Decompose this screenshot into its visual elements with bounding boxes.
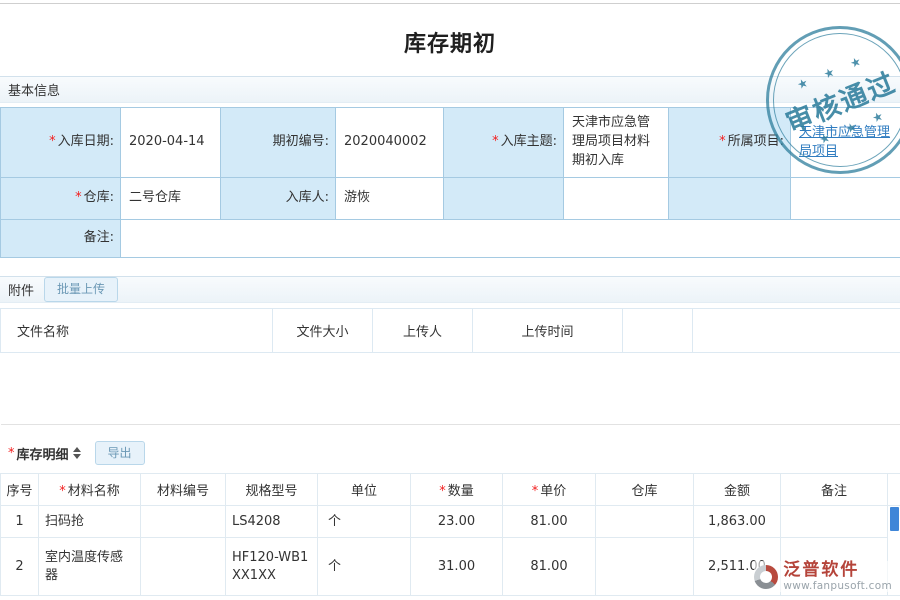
col-note: 备注 [781,474,888,506]
basic-info-section-label: 基本信息 [8,80,60,99]
cell-note [781,506,888,538]
export-button[interactable]: 导出 [95,441,145,465]
details-section-header: * 库存明细 导出 [0,425,900,473]
attach-col-extra-1 [623,309,693,353]
fanpu-logo-icon [754,565,778,589]
initial-no-value: 2020040002 [336,108,444,178]
col-warehouse: 仓库 [596,474,694,506]
remark-label: 备注: [1,220,121,258]
cell-material-code [141,506,226,538]
required-mark: * [75,190,82,205]
vendor-brand-name: 泛普软件 [783,561,859,580]
cell-unit: 个 [318,506,411,538]
inventory-initial-page: 库存期初 ★ ★ ★ 审核通过 ★ ★ ★ 基本信息 *入库日期: 2020-0… [0,0,900,600]
col-spec-model: 规格型号 [226,474,318,506]
table-row: 1 扫码抢 LS4208 个 23.00 81.00 1,863.00 [1,506,900,538]
cell-material-name: 扫码抢 [39,506,141,538]
required-mark: * [719,134,726,149]
empty-label-cell [669,178,791,220]
attach-col-filename: 文件名称 [1,309,273,353]
basic-info-form: *入库日期: 2020-04-14 期初编号: 2020040002 *入库主题… [0,107,900,258]
details-section-label: 库存明细 [17,444,69,463]
cell-spec-model: HF120-WB1XX1XX [226,538,318,596]
cell-material-code [141,538,226,596]
attach-col-extra-2 [693,309,900,353]
cell-warehouse [596,538,694,596]
col-unit: 单位 [318,474,411,506]
cell-amount: 1,863.00 [694,506,781,538]
project-label: *所属项目: [669,108,791,178]
page-title: 库存期初 [0,4,900,76]
col-quantity: *数量 [411,474,503,506]
initial-no-label: 期初编号: [221,108,336,178]
in-subject-value: 天津市应急管理局项目材料期初入库 [564,108,669,178]
cell-quantity: 23.00 [411,506,503,538]
warehouse-label: *仓库: [1,178,121,220]
attachments-table: 文件名称 文件大小 上传人 上传时间 [0,308,900,425]
required-mark: * [59,484,66,499]
attach-col-filesize: 文件大小 [273,309,373,353]
attachments-section-header: 附件 批量上传 [0,276,900,303]
batch-upload-button[interactable]: 批量上传 [44,277,118,301]
required-mark: * [492,134,499,149]
scrollbar-header-cell [888,474,900,506]
cell-seq: 2 [1,538,39,596]
vendor-watermark: 泛普软件 www.fanpusoft.com [754,561,892,592]
remark-value [121,220,900,258]
project-link[interactable]: 天津市应急管理局项目 [799,125,890,159]
form-row-3: 备注: [1,220,900,258]
in-person-label: 入库人: [221,178,336,220]
vendor-url: www.fanpusoft.com [783,580,892,592]
cell-unit-price: 81.00 [503,506,596,538]
col-amount: 金额 [694,474,781,506]
empty-value-cell [564,178,669,220]
cell-spec-model: LS4208 [226,506,318,538]
attach-col-uploader: 上传人 [373,309,473,353]
form-row-2: *仓库: 二号仓库 入库人: 游恢 [1,178,900,220]
attachments-header-row: 文件名称 文件大小 上传人 上传时间 [1,309,900,353]
attachments-empty-cell [1,353,900,425]
cell-seq: 1 [1,506,39,538]
attach-col-uploadtime: 上传时间 [473,309,623,353]
cell-warehouse [596,506,694,538]
in-date-label: *入库日期: [1,108,121,178]
project-value: 天津市应急管理局项目 [791,108,900,178]
attachments-section-label: 附件 [8,280,34,299]
in-date-value: 2020-04-14 [121,108,221,178]
attachments-empty-area [1,353,900,425]
col-material-name: *材料名称 [39,474,141,506]
col-seq: 序号 [1,474,39,506]
col-unit-price: *单价 [503,474,596,506]
cell-unit-price: 81.00 [503,538,596,596]
in-subject-label: *入库主题: [444,108,564,178]
in-person-value: 游恢 [336,178,444,220]
basic-info-section-header: 基本信息 [0,76,900,103]
vendor-text: 泛普软件 www.fanpusoft.com [783,561,892,592]
scrollbar-thumb[interactable] [890,507,899,531]
cell-unit: 个 [318,538,411,596]
sort-icon[interactable] [73,447,81,459]
details-header-row: 序号 *材料名称 材料编号 规格型号 单位 *数量 *单价 仓库 金额 备注 [1,474,900,506]
empty-value-cell [791,178,900,220]
required-mark: * [439,484,446,499]
warehouse-value: 二号仓库 [121,178,221,220]
required-mark: * [8,446,15,461]
form-row-1: *入库日期: 2020-04-14 期初编号: 2020040002 *入库主题… [1,108,900,178]
cell-material-name: 室内温度传感器 [39,538,141,596]
empty-label-cell [444,178,564,220]
cell-quantity: 31.00 [411,538,503,596]
col-material-code: 材料编号 [141,474,226,506]
required-mark: * [49,134,56,149]
required-mark: * [532,484,539,499]
